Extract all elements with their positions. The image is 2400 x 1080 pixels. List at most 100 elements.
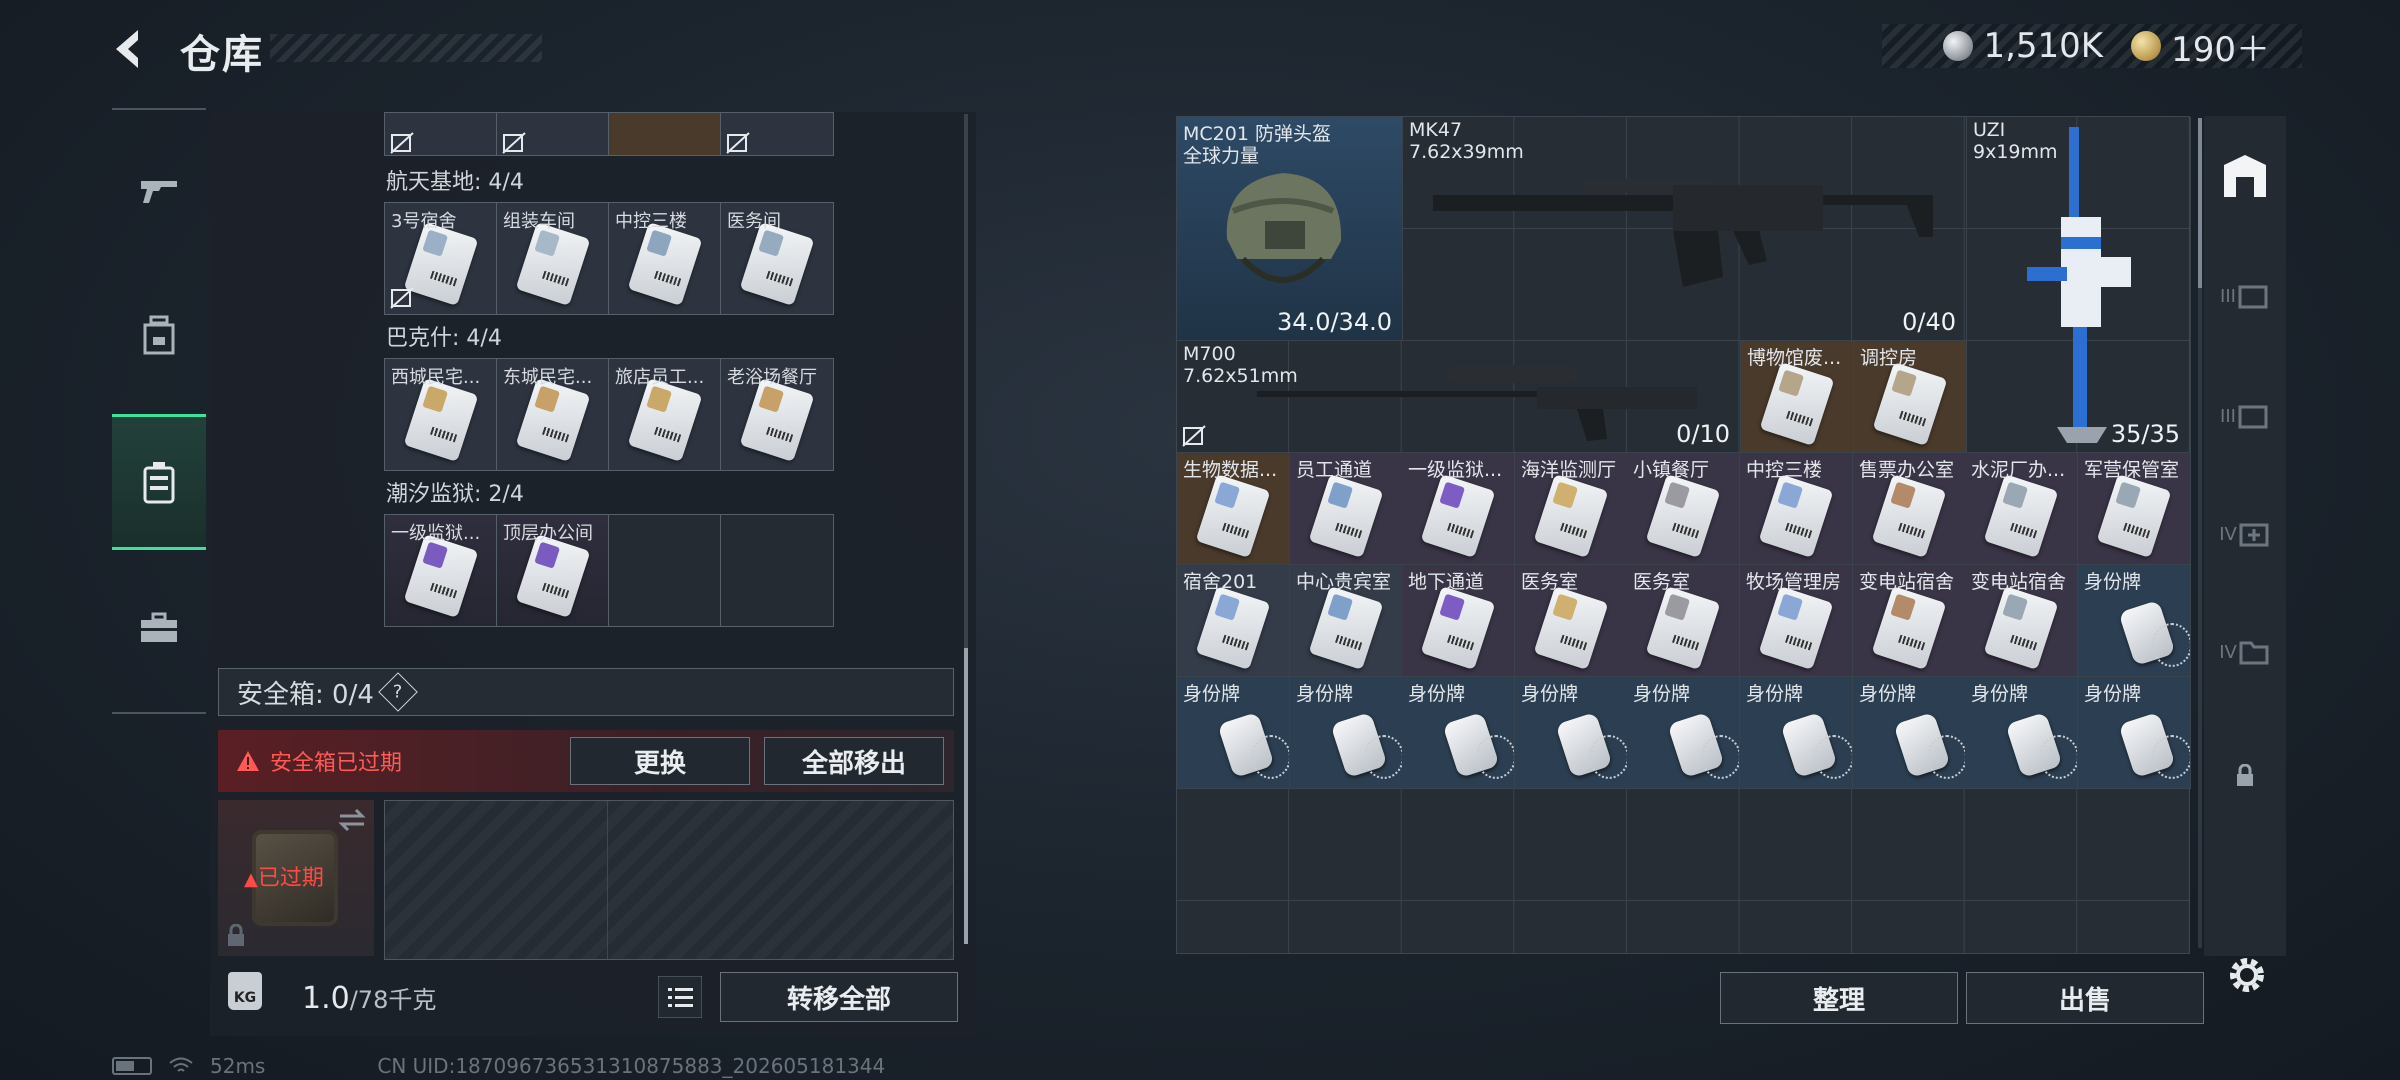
key-row-partial <box>384 112 834 156</box>
ping-value: 52ms <box>210 1054 266 1078</box>
item-keycard[interactable]: 宿舍201 <box>1177 565 1290 677</box>
item-name: 生物数据... <box>1183 459 1278 481</box>
settings-gear-icon[interactable] <box>2224 952 2270 998</box>
item-keycard[interactable]: 地下通道 <box>1402 565 1515 677</box>
key-slot[interactable]: 医务间 <box>721 203 833 314</box>
safebox-storage-area[interactable] <box>384 800 954 960</box>
item-dogtag[interactable]: 身份牌 <box>1965 677 2078 789</box>
item-dogtag[interactable]: 身份牌 <box>1515 677 1628 789</box>
stash-page-4[interactable]: IV <box>2204 494 2286 574</box>
keycard-image <box>1871 586 1947 670</box>
item-dogtag[interactable]: 身份牌 <box>1740 677 1853 789</box>
key-slot[interactable]: 老浴场餐厅 <box>721 359 833 470</box>
sell-button[interactable]: 出售 <box>1966 972 2204 1024</box>
expired-tag: ▲已过期 <box>244 866 324 891</box>
key-slot[interactable] <box>385 113 497 155</box>
item-dogtag[interactable]: 身份牌 <box>1402 677 1515 789</box>
item-keycard[interactable]: 医务室 <box>1627 565 1740 677</box>
category-sidebar <box>112 108 206 714</box>
help-icon[interactable]: ? <box>378 672 418 712</box>
item-keycard[interactable]: 售票办公室 <box>1853 453 1966 565</box>
key-slot-empty[interactable] <box>721 515 833 626</box>
item-keycard[interactable]: 小镇餐厅 <box>1627 453 1740 565</box>
tab-backpack[interactable] <box>112 286 206 382</box>
item-name: 身份牌 <box>1408 683 1466 705</box>
dogtag-image <box>1651 705 1739 785</box>
safebox-item-slot[interactable]: ▲已过期 <box>218 800 374 956</box>
item-uzi[interactable]: UZI 9x19mm 35/35 <box>1967 117 2191 453</box>
key-slot[interactable]: 西城民宅... <box>385 359 497 470</box>
left-scrollbar-thumb[interactable] <box>964 648 968 944</box>
item-dogtag[interactable]: 身份牌 <box>2078 565 2191 677</box>
item-keycard[interactable]: 生物数据... <box>1177 453 1290 565</box>
item-keycard[interactable]: 海洋监测厅 <box>1515 453 1628 565</box>
item-keycard[interactable]: 牧场管理房 <box>1740 565 1853 677</box>
gold-balance[interactable]: 190＋ <box>2171 22 2270 71</box>
item-keycard[interactable]: 变电站宿舍 <box>1853 565 1966 677</box>
key-slot[interactable] <box>721 113 833 155</box>
item-mk47[interactable]: MK47 7.62x39mm 0/40 <box>1403 117 1967 341</box>
tab-safebox[interactable] <box>112 414 206 550</box>
key-slot[interactable] <box>497 113 609 155</box>
title-decoration <box>270 34 542 62</box>
item-name: 身份牌 <box>2084 571 2142 593</box>
dogtag-image <box>2102 593 2190 673</box>
item-keycard[interactable]: 调控房 <box>1854 341 1967 453</box>
item-keycard[interactable]: 一级监狱... <box>1402 453 1515 565</box>
key-slot-empty[interactable] <box>609 515 721 626</box>
stash-page-2[interactable]: III <box>2204 256 2286 336</box>
key-slot[interactable]: 中控三楼 <box>609 203 721 314</box>
home-stash-icon <box>2224 155 2266 197</box>
stash-page-locked[interactable] <box>2204 736 2286 816</box>
sniper-m700-image <box>1257 365 1697 441</box>
item-keycard[interactable]: 博物馆废... <box>1741 341 1854 453</box>
item-dogtag[interactable]: 身份牌 <box>1853 677 1966 789</box>
stash-page-1[interactable] <box>2204 136 2286 216</box>
item-name: 员工通道 <box>1296 459 1373 481</box>
key-slot[interactable] <box>609 113 721 155</box>
item-m700[interactable]: M700 7.62x51mm 0/10 <box>1177 341 1741 453</box>
item-dogtag[interactable]: 身份牌 <box>1177 677 1290 789</box>
stash-page-3[interactable]: III <box>2204 376 2286 456</box>
item-keycard[interactable]: 军营保管室 <box>2078 453 2191 565</box>
swap-icon[interactable] <box>336 808 368 832</box>
item-keycard[interactable]: 员工通道 <box>1290 453 1403 565</box>
dogtag-image <box>1426 705 1514 785</box>
battery-icon <box>112 1057 152 1075</box>
tab-weapons[interactable] <box>112 142 206 238</box>
stash-scrollbar-thumb[interactable] <box>2198 118 2202 288</box>
key-group-label: 巴克什: 4/4 <box>386 326 502 351</box>
item-helmet[interactable]: MC201 防弹头盔 全球力量 34.0/34.0 <box>1177 117 1403 341</box>
keycard-image <box>1195 586 1271 670</box>
item-dogtag[interactable]: 身份牌 <box>1290 677 1403 789</box>
replace-button[interactable]: 更换 <box>570 737 750 785</box>
key-slot[interactable]: 旅店员工... <box>609 359 721 470</box>
transfer-all-button[interactable]: 转移全部 <box>720 972 958 1022</box>
toolbox-icon <box>141 612 177 642</box>
item-keycard[interactable]: 中心贵宾室 <box>1290 565 1403 677</box>
item-keycard[interactable]: 变电站宿舍 <box>1965 565 2078 677</box>
back-arrow-icon[interactable] <box>108 26 154 72</box>
list-icon[interactable] <box>658 976 702 1018</box>
stash-page-5[interactable]: IV <box>2204 612 2286 692</box>
sort-button[interactable]: 整理 <box>1720 972 1958 1024</box>
key-slot[interactable]: 东城民宅... <box>497 359 609 470</box>
key-slot[interactable]: 组装车间 <box>497 203 609 314</box>
key-slot[interactable]: 一级监狱... <box>385 515 497 626</box>
item-keycard[interactable]: 水泥厂办... <box>1965 453 2078 565</box>
keycard-image <box>1645 474 1721 558</box>
remove-all-button[interactable]: 全部移出 <box>764 737 944 785</box>
no-link-icon <box>390 132 414 154</box>
item-keycard[interactable]: 中控三楼 <box>1740 453 1853 565</box>
expired-message: 安全箱已过期 <box>270 751 403 776</box>
item-name: 军营保管室 <box>2084 459 2180 481</box>
item-keycard[interactable]: 医务室 <box>1515 565 1628 677</box>
keycard-image <box>1420 586 1496 670</box>
dogtag-image <box>1539 705 1627 785</box>
item-dogtag[interactable]: 身份牌 <box>2078 677 2191 789</box>
item-dogtag[interactable]: 身份牌 <box>1627 677 1740 789</box>
tab-toolbox[interactable] <box>112 580 206 676</box>
key-slot[interactable]: 顶层办公间 <box>497 515 609 626</box>
weight-display: 1.0/78千克 <box>302 981 437 1016</box>
key-slot[interactable]: 3号宿舍 <box>385 203 497 314</box>
